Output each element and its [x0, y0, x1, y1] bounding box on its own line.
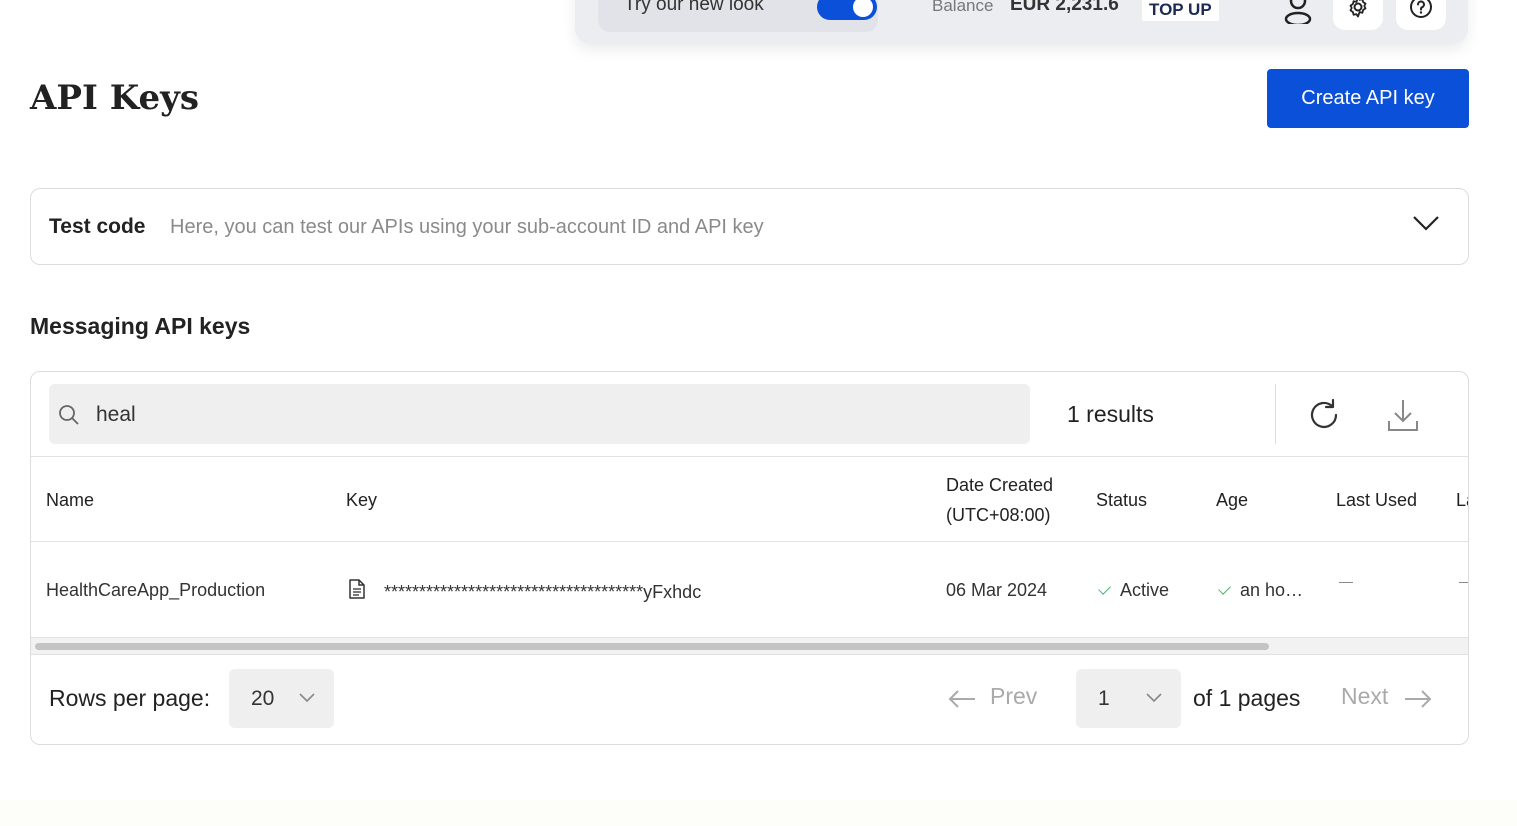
test-code-panel[interactable]: Test code Here, you can test our APIs us…	[30, 188, 1469, 265]
top-bar: Try our new look Balance EUR 2,231.6 TOP…	[575, 0, 1468, 44]
column-header-truncated[interactable]: La	[1456, 490, 1468, 511]
refresh-icon[interactable]	[1306, 397, 1342, 433]
horizontal-scrollbar[interactable]	[31, 637, 1468, 655]
next-label: Next	[1341, 683, 1389, 709]
new-look-label: Try our new look	[624, 0, 764, 15]
table-header-divider	[31, 456, 1468, 457]
row-status: Active	[1098, 580, 1170, 601]
toggle-knob	[853, 0, 873, 17]
gear-icon	[1349, 0, 1367, 18]
chevron-down-icon[interactable]	[1412, 213, 1440, 233]
download-icon[interactable]	[1386, 397, 1420, 433]
page-footer-tint	[0, 800, 1517, 826]
results-count: 1 results	[1067, 401, 1154, 427]
scrollbar-thumb[interactable]	[35, 643, 1269, 650]
top-up-button[interactable]: TOP UP	[1142, 0, 1219, 21]
new-look-toggle-group: Try our new look	[598, 0, 878, 32]
arrow-right-icon	[1405, 690, 1432, 708]
chevron-down-icon	[1146, 693, 1162, 703]
page-count-text: of 1 pages	[1193, 685, 1301, 711]
column-header-status[interactable]: Status	[1096, 490, 1147, 511]
copy-key-icon[interactable]	[348, 579, 366, 599]
section-title: Messaging API keys	[30, 313, 251, 339]
chevron-down-icon	[299, 693, 315, 703]
api-keys-table-card: 1 results Name Key Date Created (UTC+08:…	[30, 371, 1469, 745]
toolbar-divider	[1275, 384, 1276, 444]
check-icon	[1098, 582, 1111, 595]
search-box	[49, 384, 1030, 444]
page-title: API Keys	[30, 78, 200, 118]
column-header-key[interactable]: Key	[346, 490, 377, 511]
prev-label: Prev	[990, 683, 1038, 709]
help-icon	[1410, 0, 1432, 18]
row-last-used-empty	[1339, 582, 1353, 583]
arrow-left-icon	[948, 690, 975, 708]
page-value: 1	[1098, 687, 1110, 710]
user-icon[interactable]	[1283, 0, 1313, 24]
page-select[interactable]: 1	[1076, 669, 1181, 728]
check-icon	[1218, 582, 1231, 595]
create-api-key-button[interactable]: Create API key	[1267, 69, 1469, 128]
help-button[interactable]	[1396, 0, 1446, 30]
search-input[interactable]	[94, 397, 998, 433]
column-header-last-used[interactable]: Last Used	[1336, 490, 1417, 511]
row-name: HealthCareApp_Production	[46, 580, 266, 600]
column-header-date-created[interactable]: Date Created	[946, 475, 1053, 496]
row-age-label: an ho…	[1240, 580, 1304, 600]
row-age: an ho…	[1218, 580, 1304, 601]
column-header-age[interactable]: Age	[1216, 490, 1248, 511]
row-date-created: 06 Mar 2024	[946, 580, 1048, 600]
search-icon	[59, 405, 79, 425]
test-code-description: Here, you can test our APIs using your s…	[170, 216, 764, 238]
settings-button[interactable]	[1333, 0, 1383, 30]
column-header-name[interactable]: Name	[46, 490, 94, 511]
balance-value: EUR 2,231.6	[1010, 0, 1119, 15]
new-look-toggle[interactable]	[817, 0, 877, 20]
balance-label: Balance	[932, 0, 994, 15]
row-key: *************************************yFx…	[384, 582, 702, 602]
rows-per-page-select[interactable]: 20	[229, 669, 334, 728]
row-status-label: Active	[1120, 580, 1170, 600]
row-truncated-empty	[1459, 582, 1468, 583]
test-code-title: Test code	[49, 215, 146, 238]
column-header-date-created-timezone: (UTC+08:00)	[946, 505, 1051, 525]
rows-per-page-value: 20	[251, 687, 275, 710]
table-row-divider	[31, 541, 1468, 542]
rows-per-page-label: Rows per page:	[49, 685, 211, 711]
